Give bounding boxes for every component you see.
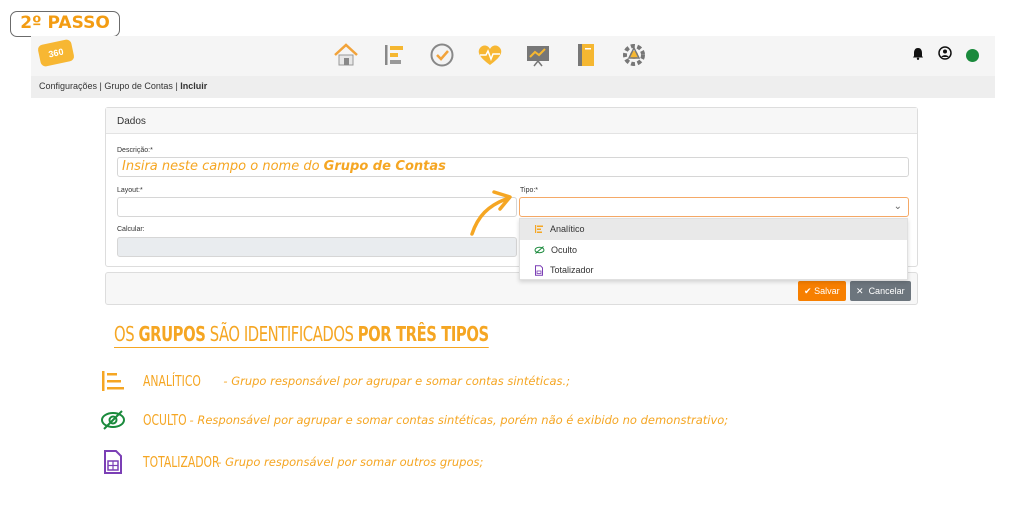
- tipo-dropdown: Analítico Oculto Totalizador: [519, 218, 908, 280]
- type-name: ANALÍTICO: [143, 372, 201, 390]
- structure-icon: [535, 225, 543, 234]
- structure-icon: [98, 368, 128, 394]
- eye-slash-icon: [98, 407, 128, 433]
- type-row-oculto: OCULTO - Responsável por agrupar e somar…: [98, 407, 728, 433]
- pointer-arrow-icon: [470, 190, 512, 236]
- calculator-doc-icon: [98, 449, 128, 475]
- option-analitico[interactable]: Analítico: [520, 219, 907, 240]
- save-button[interactable]: ✔ Salvar: [798, 281, 846, 301]
- layout-select[interactable]: [117, 197, 517, 217]
- type-row-totalizador: TOTALIZADOR - Grupo responsável por soma…: [98, 449, 483, 475]
- step-badge: 2º PASSO: [10, 11, 120, 37]
- eye-slash-icon: [534, 245, 545, 254]
- type-row-analitico: ANALÍTICO - Grupo responsável por agrupa…: [98, 368, 570, 394]
- descricao-input[interactable]: Insira neste campo o nome do Grupo de Co…: [117, 157, 909, 177]
- check-icon: ✔: [804, 286, 812, 296]
- gear-network-icon[interactable]: [619, 40, 649, 70]
- type-name: TOTALIZADOR: [143, 453, 220, 471]
- type-desc: - Responsável por agrupar e somar contas…: [189, 413, 729, 427]
- layout-label: Layout:*: [117, 187, 143, 194]
- notebook-icon[interactable]: [571, 40, 601, 70]
- breadcrumb: Configurações | Grupo de Contas | Inclui…: [31, 76, 995, 98]
- check-circle-icon[interactable]: [427, 40, 457, 70]
- nav-right: [912, 46, 979, 65]
- breadcrumb-configuracoes[interactable]: Configurações: [39, 81, 97, 91]
- main-nav: [331, 40, 649, 70]
- tipo-select[interactable]: ⌄: [519, 197, 909, 217]
- breadcrumb-current: Incluir: [180, 81, 208, 91]
- bell-icon[interactable]: [912, 47, 924, 65]
- calcular-input: [117, 237, 517, 257]
- calcular-label: Calcular:: [117, 226, 145, 233]
- card-header: Dados: [106, 108, 917, 134]
- status-indicator: [966, 49, 979, 62]
- tipo-label: Tipo:*: [520, 187, 539, 194]
- descricao-label: Descrição:*: [117, 147, 153, 154]
- type-name: OCULTO: [143, 411, 187, 429]
- option-totalizador[interactable]: Totalizador: [520, 260, 907, 281]
- heart-pulse-icon[interactable]: [475, 40, 505, 70]
- structure-icon[interactable]: [379, 40, 409, 70]
- type-desc: - Grupo responsável por agrupar e somar …: [223, 374, 571, 388]
- cancel-button[interactable]: ✕ Cancelar: [850, 281, 911, 301]
- headline: OS GRUPOS SÃO IDENTIFICADOS POR TRÊS TIP…: [114, 322, 489, 348]
- logo[interactable]: 360: [37, 38, 75, 68]
- user-avatar-icon[interactable]: [938, 46, 952, 65]
- breadcrumb-grupo-contas[interactable]: Grupo de Contas: [104, 81, 173, 91]
- calculator-doc-icon: [535, 265, 543, 276]
- close-icon: ✕: [856, 286, 864, 296]
- option-oculto[interactable]: Oculto: [520, 240, 907, 261]
- chevron-down-icon: ⌄: [893, 201, 902, 212]
- top-navbar: 360: [31, 36, 995, 76]
- descricao-hint: Insira neste campo o nome do Grupo de Co…: [122, 159, 446, 174]
- home-icon[interactable]: [331, 40, 361, 70]
- type-desc: - Grupo responsável por somar outros gru…: [217, 455, 484, 469]
- chart-board-icon[interactable]: [523, 40, 553, 70]
